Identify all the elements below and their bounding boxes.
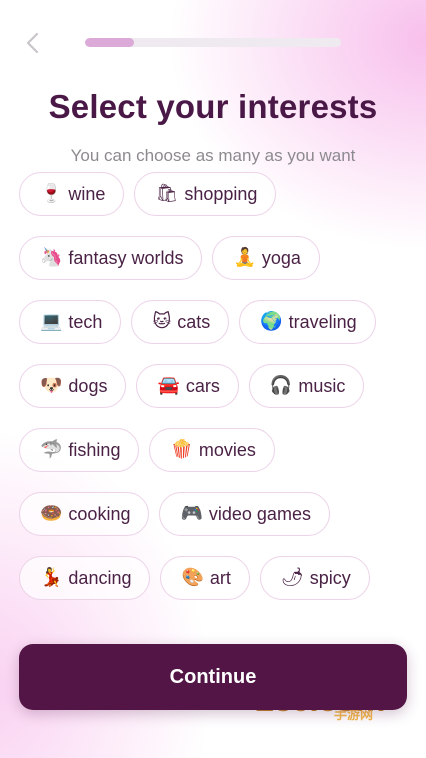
interest-emoji-icon: 💃 — [40, 567, 63, 588]
interest-chip-spicy[interactable]: 🌶 spicy — [259, 556, 370, 600]
interest-chip-label: tech — [68, 311, 103, 332]
interest-chip-list: 🍷 wine 🛍 shopping 🦄 fantasy worlds 🧘 yoga 💻 tech 🐱… — [19, 172, 414, 646]
interest-emoji-icon: 🚘 — [157, 375, 180, 396]
interest-emoji-icon: 🍷 — [40, 183, 63, 204]
continue-button[interactable]: Continue — [19, 644, 407, 710]
interests-screen: Select your interests You can choose as … — [0, 0, 426, 758]
progress-bar-fill — [85, 38, 134, 47]
interest-emoji-icon: 💻 — [40, 311, 63, 332]
progress-bar — [85, 38, 341, 47]
interest-chip-label: spicy — [309, 567, 351, 588]
interest-emoji-icon: 🎧 — [269, 375, 293, 396]
interest-emoji-icon: 🌍 — [260, 311, 283, 332]
interest-chip-dogs[interactable]: 🐶 dogs — [19, 364, 127, 408]
interest-chip-cats[interactable]: 🐱 cats — [131, 300, 230, 344]
interest-chip-label: shopping — [184, 183, 258, 204]
chevron-left-icon — [26, 32, 39, 54]
interest-chip-label: video games — [208, 503, 311, 524]
interest-chip-tech[interactable]: 💻 tech — [19, 300, 122, 344]
interest-emoji-icon: 🌶 — [280, 567, 304, 588]
interest-emoji-icon: 🛍 — [155, 183, 179, 204]
interest-emoji-icon: 🦈 — [40, 439, 63, 460]
interest-chip-label: music — [298, 375, 346, 396]
interest-chip-cars[interactable]: 🚘 cars — [136, 364, 239, 408]
interest-chip-cooking[interactable]: 🍩 cooking — [19, 492, 150, 536]
interest-chip-label: movies — [198, 439, 256, 460]
interest-chip-label: yoga — [261, 247, 301, 268]
interest-chip-label: dancing — [68, 567, 132, 588]
interest-chip-label: wine — [68, 183, 106, 204]
interest-emoji-icon: 🧘 — [233, 247, 256, 268]
interest-chip-music[interactable]: 🎧 music — [248, 364, 365, 408]
interest-emoji-icon: 🍩 — [40, 503, 63, 524]
back-button[interactable] — [18, 28, 48, 58]
interest-chip-label: fantasy worlds — [68, 247, 184, 268]
interest-emoji-icon: 🍿 — [170, 439, 193, 460]
interest-chip-label: traveling — [288, 311, 357, 332]
interest-chip-art[interactable]: 🎨 art — [160, 556, 250, 600]
interest-emoji-icon: 🦄 — [40, 247, 63, 268]
interest-chip-yoga[interactable]: 🧘 yoga — [212, 236, 320, 280]
interest-chip-label: fishing — [68, 439, 121, 460]
interest-chip-movies[interactable]: 🍿 movies — [149, 428, 275, 472]
interest-chip-label: art — [209, 567, 231, 588]
interest-chip-shopping[interactable]: 🛍 shopping — [134, 172, 277, 216]
interest-emoji-icon: 🐶 — [40, 375, 63, 396]
interest-chip-traveling[interactable]: 🌍 traveling — [239, 300, 376, 344]
interest-chip-label: cooking — [68, 503, 131, 524]
interest-emoji-icon: 🐱 — [152, 311, 172, 332]
interest-chip-label: cats — [177, 311, 211, 332]
interest-chip-wine[interactable]: 🍷 wine — [19, 172, 125, 216]
page-title: Select your interests — [48, 88, 378, 125]
interest-chip-video-games[interactable]: 🎮 video games — [159, 492, 330, 536]
interest-chip-fishing[interactable]: 🦈 fishing — [19, 428, 140, 472]
interest-chip-fantasy-worlds[interactable]: 🦄 fantasy worlds — [19, 236, 203, 280]
interest-emoji-icon: 🎮 — [180, 503, 203, 524]
interest-chip-label: cars — [185, 375, 220, 396]
page-subtitle: You can choose as many as you want — [70, 146, 356, 165]
interest-emoji-icon: 🎨 — [181, 567, 204, 588]
interest-chip-dancing[interactable]: 💃 dancing — [19, 556, 151, 600]
interest-chip-label: dogs — [68, 375, 108, 396]
